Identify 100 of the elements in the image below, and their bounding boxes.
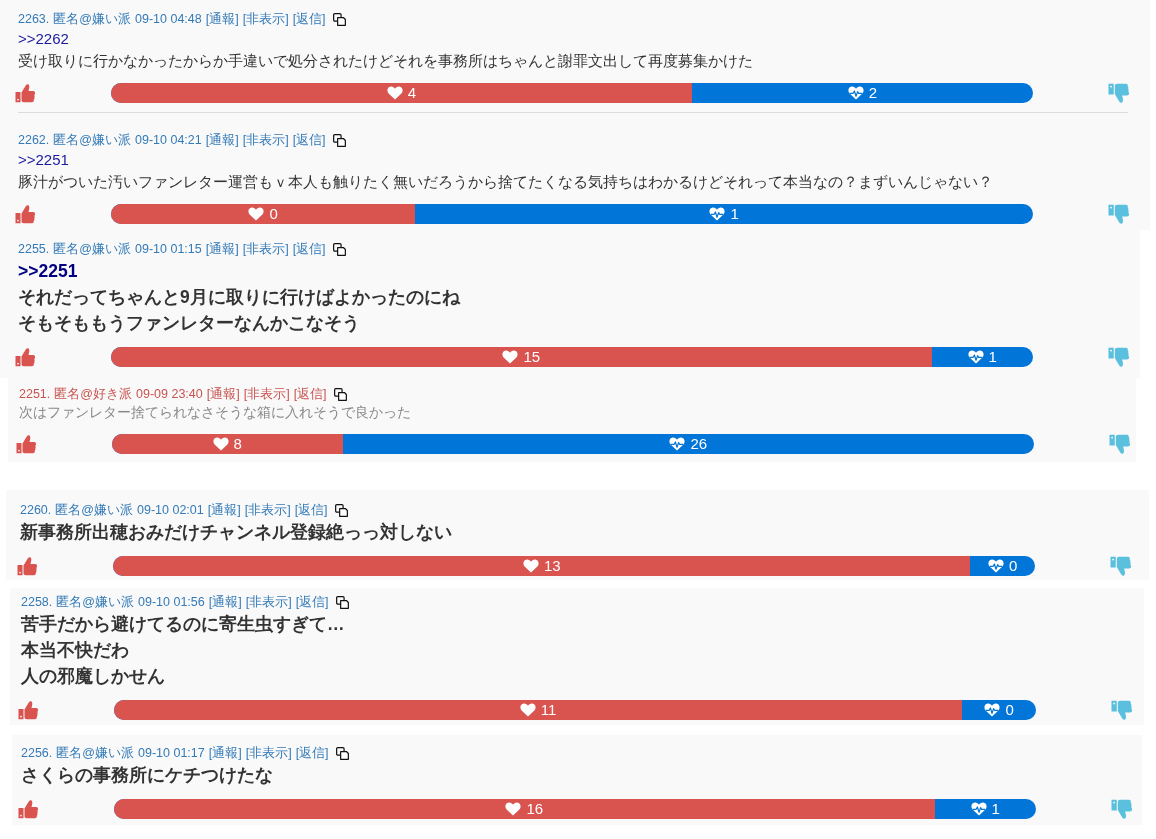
author-name: 匿名@嫌い派 <box>53 132 131 149</box>
reply-link[interactable]: [返信] <box>295 593 329 611</box>
copy-icon[interactable] <box>332 12 346 26</box>
post-number: 2255. <box>18 241 50 258</box>
copy-icon[interactable] <box>335 595 349 609</box>
report-link[interactable]: [通報] <box>208 744 242 762</box>
like-count: 13 <box>543 556 561 576</box>
dislike-count: 1 <box>991 799 1000 819</box>
reply-anchor-link[interactable]: >>2251 <box>18 258 78 284</box>
reply-anchor-link[interactable]: >>2251 <box>18 149 69 171</box>
reply-link[interactable]: [返信] <box>294 501 328 519</box>
like-count: 11 <box>540 700 557 720</box>
post-text: 豚汁がついた汚いファンレター運営もｖ本人も触りたく無いだろうから捨てたくなる気持ちはわかるけどそれって本当なの？まずいんじゃない？ <box>18 172 993 192</box>
thumbs-down-icon[interactable] <box>1108 346 1130 368</box>
post-time: 09-10 04:48 <box>135 11 202 28</box>
thumbs-down-icon[interactable] <box>1111 699 1133 721</box>
post-number: 2263. <box>18 11 50 28</box>
dislike-count: 26 <box>690 434 708 454</box>
post-text: それだってちゃんと9月に取りに行けばよかったのにね <box>18 286 460 309</box>
thumbs-up-icon[interactable] <box>18 700 39 720</box>
post-text: 本当不快だわ <box>21 639 129 662</box>
report-link[interactable]: [通報] <box>208 593 242 611</box>
thumbs-up-icon[interactable] <box>15 83 36 103</box>
hide-link[interactable]: [非表示] <box>244 501 291 519</box>
thumbs-up-icon[interactable] <box>15 347 36 367</box>
reply-link[interactable]: [返信] <box>295 744 329 762</box>
dislike-count: 1 <box>730 204 739 224</box>
report-link[interactable]: [通報] <box>205 240 239 258</box>
thumbs-down-icon[interactable] <box>1108 203 1130 225</box>
post-time: 09-10 01:15 <box>135 241 202 258</box>
copy-icon[interactable] <box>332 133 346 147</box>
post-text: 人の邪魔しかせん <box>21 665 165 688</box>
post-number: 2256. <box>21 745 53 762</box>
heart-pulse-icon <box>988 559 1005 573</box>
author-name: 匿名@嫌い派 <box>53 241 131 258</box>
heart-icon <box>502 350 519 364</box>
hide-link[interactable]: [非表示] <box>242 10 289 28</box>
copy-icon[interactable] <box>335 746 349 760</box>
author-name: 匿名@嫌い派 <box>56 594 134 611</box>
heart-icon <box>212 437 229 451</box>
like-count: 16 <box>526 799 544 819</box>
post-time: 09-10 01:56 <box>138 594 205 611</box>
heart-pulse-icon <box>847 86 864 100</box>
thumbs-down-icon[interactable] <box>1110 555 1132 577</box>
heart-pulse-icon <box>709 207 726 221</box>
heart-icon <box>248 207 265 221</box>
thumbs-up-icon[interactable] <box>16 434 37 454</box>
post-time: 09-10 01:17 <box>138 745 205 762</box>
report-link[interactable]: [通報] <box>206 385 240 403</box>
post-text: 受け取りに行かなかったからか手違いで処分されたけどそれを事務所はちゃんと謝罪文出して再度募集かけた <box>18 51 753 71</box>
heart-icon <box>505 802 522 816</box>
post-text: さくらの事務所にケチつけたな <box>21 764 273 787</box>
reply-link[interactable]: [返信] <box>292 131 326 149</box>
post-text: 新事務所出穂おみだけチャンネル登録絶っっ対しない <box>20 521 452 544</box>
thumbs-down-icon[interactable] <box>1111 798 1133 820</box>
hide-link[interactable]: [非表示] <box>242 240 289 258</box>
like-count: 8 <box>233 434 242 454</box>
post-number: 2260. <box>20 502 52 519</box>
copy-icon[interactable] <box>334 503 348 517</box>
heart-pulse-icon <box>984 703 1001 717</box>
report-link[interactable]: [通報] <box>205 131 239 149</box>
heart-icon <box>386 86 403 100</box>
hide-link[interactable]: [非表示] <box>245 744 292 762</box>
thumbs-up-icon[interactable] <box>18 799 39 819</box>
post-time: 09-09 23:40 <box>136 386 203 403</box>
post-text: そもそももうファンレターなんかこなそう <box>18 312 360 335</box>
dislike-count: 1 <box>988 347 997 367</box>
post-time: 09-10 04:21 <box>135 132 202 149</box>
reply-link[interactable]: [返信] <box>292 240 326 258</box>
report-link[interactable]: [通報] <box>207 501 241 519</box>
thumbs-down-icon[interactable] <box>1108 82 1130 104</box>
hide-link[interactable]: [非表示] <box>243 385 290 403</box>
post-number: 2262. <box>18 132 50 149</box>
author-name: 匿名@嫌い派 <box>55 502 133 519</box>
hide-link[interactable]: [非表示] <box>242 131 289 149</box>
hide-link[interactable]: [非表示] <box>245 593 292 611</box>
post-number: 2251. <box>19 386 51 403</box>
reply-anchor-link[interactable]: >>2262 <box>18 28 69 50</box>
heart-pulse-icon <box>669 437 686 451</box>
reply-link[interactable]: [返信] <box>293 385 327 403</box>
like-count: 0 <box>269 204 278 224</box>
thumbs-down-icon[interactable] <box>1109 433 1131 455</box>
heart-icon <box>519 703 536 717</box>
heart-pulse-icon <box>970 802 987 816</box>
copy-icon[interactable] <box>333 387 347 401</box>
copy-icon[interactable] <box>332 242 346 256</box>
author-name: 匿名@好き派 <box>54 386 132 403</box>
like-count: 15 <box>523 347 541 367</box>
dislike-count: 2 <box>868 83 878 103</box>
thumbs-up-icon[interactable] <box>15 204 36 224</box>
dislike-count: 0 <box>1009 556 1018 576</box>
heart-icon <box>522 559 539 573</box>
reply-link[interactable]: [返信] <box>292 10 326 28</box>
like-count: 4 <box>407 83 417 103</box>
author-name: 匿名@嫌い派 <box>53 11 131 28</box>
heart-pulse-icon <box>967 350 984 364</box>
post-text: 次はファンレター捨てられなさそうな箱に入れそうで良かった <box>19 404 411 422</box>
report-link[interactable]: [通報] <box>205 10 239 28</box>
thumbs-up-icon[interactable] <box>17 556 38 576</box>
post-number: 2258. <box>21 594 53 611</box>
